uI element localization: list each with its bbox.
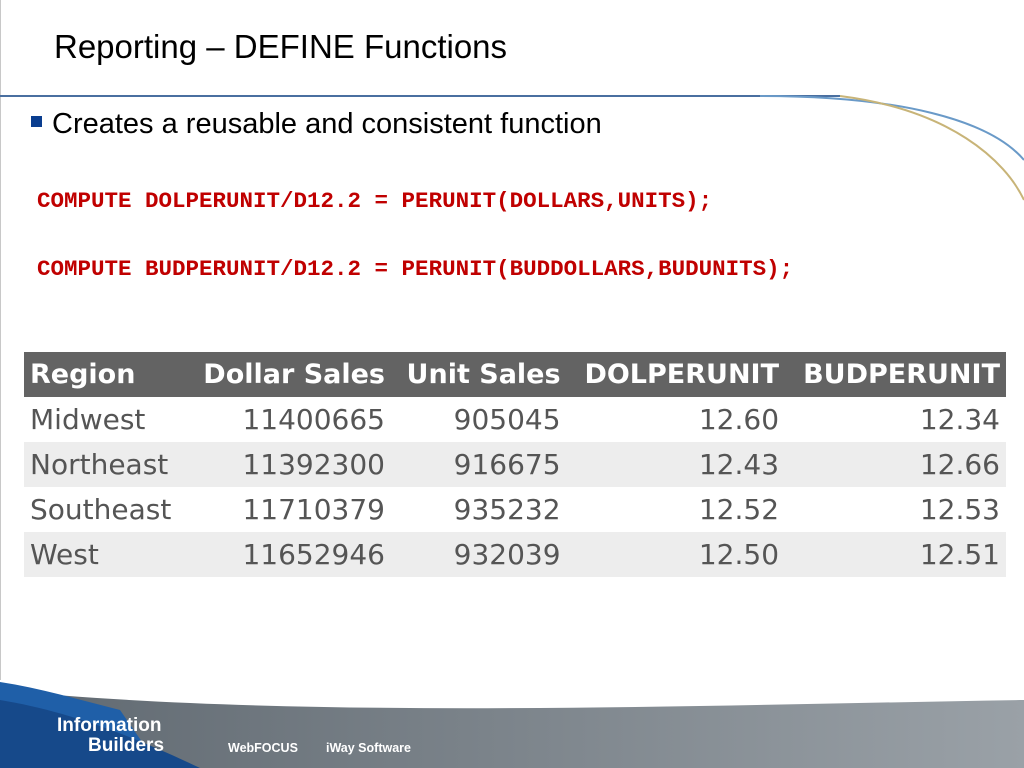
cell-dollar-sales: 11400665 (186, 397, 391, 442)
table-row: Northeast 11392300 916675 12.43 12.66 (24, 442, 1006, 487)
cell-budperunit: 12.51 (785, 532, 1006, 577)
cell-dollar-sales: 11652946 (186, 532, 391, 577)
header-dolperunit: DOLPERUNIT (566, 352, 786, 397)
header-region: Region (24, 352, 187, 397)
code-line-dolperunit: COMPUTE DOLPERUNIT/D12.2 = PERUNIT(DOLLA… (37, 188, 713, 214)
cell-budperunit: 12.34 (785, 397, 1006, 442)
cell-region: Southeast (24, 487, 187, 532)
logo-line-1: Information (57, 715, 162, 736)
cell-dolperunit: 12.50 (566, 532, 786, 577)
code-line-budperunit: COMPUTE BUDPERUNIT/D12.2 = PERUNIT(BUDDO… (37, 256, 794, 282)
table-header-row: Region Dollar Sales Unit Sales DOLPERUNI… (24, 352, 1006, 397)
cell-dollar-sales: 11710379 (186, 487, 391, 532)
bullet-item: Creates a reusable and consistent functi… (31, 108, 602, 141)
square-bullet-icon (31, 116, 42, 127)
header-unit-sales: Unit Sales (391, 352, 567, 397)
cell-unit-sales: 905045 (391, 397, 567, 442)
table-row: Southeast 11710379 935232 12.52 12.53 (24, 487, 1006, 532)
slide-title: Reporting – DEFINE Functions (54, 28, 508, 65)
bullet-text: Creates a reusable and consistent functi… (52, 108, 602, 140)
table-row: West 11652946 932039 12.50 12.51 (24, 532, 1006, 577)
cell-budperunit: 12.66 (785, 442, 1006, 487)
cell-dollar-sales: 11392300 (186, 442, 391, 487)
cell-dolperunit: 12.43 (566, 442, 786, 487)
table-row: Midwest 11400665 905045 12.60 12.34 (24, 397, 1006, 442)
cell-region: Northeast (24, 442, 187, 487)
cell-unit-sales: 932039 (391, 532, 567, 577)
cell-dolperunit: 12.52 (566, 487, 786, 532)
cell-unit-sales: 916675 (391, 442, 567, 487)
cell-region: Midwest (24, 397, 187, 442)
header-dollar-sales: Dollar Sales (186, 352, 391, 397)
cell-dolperunit: 12.60 (566, 397, 786, 442)
cell-unit-sales: 935232 (391, 487, 567, 532)
header-budperunit: BUDPERUNIT (785, 352, 1006, 397)
information-builders-logo: Information Builders (57, 716, 164, 756)
footer-iway-software: iWay Software (326, 741, 411, 755)
footer-webfocus: WebFOCUS (228, 741, 298, 755)
report-table: Region Dollar Sales Unit Sales DOLPERUNI… (24, 352, 1006, 577)
logo-line-2: Builders (88, 735, 165, 756)
cell-budperunit: 12.53 (785, 487, 1006, 532)
cell-region: West (24, 532, 187, 577)
